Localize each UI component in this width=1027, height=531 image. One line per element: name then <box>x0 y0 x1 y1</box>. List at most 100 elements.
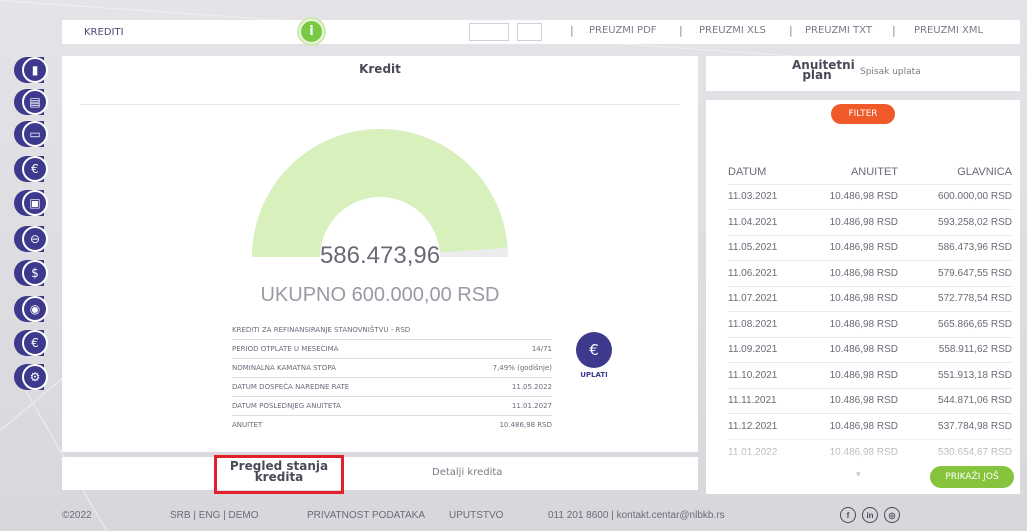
detail-label: NOMINALNA KAMATNA STOPA <box>232 364 336 372</box>
top-bar: KREDITI i | PREUZMI PDF | PREUZMI XLS | … <box>62 19 1020 44</box>
copyright: ©2022 <box>62 510 92 521</box>
tab-annuity-plan[interactable]: Anuitetni plan <box>792 59 855 81</box>
download-xls-link[interactable]: PREUZMI XLS <box>699 25 766 36</box>
table-cell: 544.871,06 RSD <box>898 387 1012 414</box>
table-cell: 10.486,98 RSD <box>798 234 898 261</box>
table-body: 11.03.2021 10.486,98 RSD 600.000,00 RSD 11.… <box>728 183 1012 465</box>
column-header: DATUM <box>728 165 767 178</box>
rail-button-euro[interactable]: € <box>14 330 48 356</box>
table-cell: 11.04.2021 <box>728 209 798 235</box>
table-cell: 11.08.2021 <box>728 311 798 337</box>
linkedin-icon[interactable]: in <box>862 507 878 523</box>
table-row: 11.05.2021 10.486,98 RSD 586.473,96 RSD <box>728 234 1012 261</box>
tab-payments-list[interactable]: Spisak uplata <box>860 67 921 77</box>
facebook-icon[interactable]: f <box>840 507 856 523</box>
table-row: 11.06.2021 10.486,98 RSD 579.647,55 RSD <box>728 260 1012 286</box>
rail-button-dollar[interactable]: $ <box>14 260 48 286</box>
hand-coin-icon: € <box>22 156 48 182</box>
separator: | <box>570 24 574 37</box>
dollar-icon: $ <box>22 260 48 286</box>
toolbar-box-1[interactable] <box>469 23 509 41</box>
info-icon[interactable]: i <box>299 19 324 44</box>
detail-value: 10.486,98 RSD <box>499 421 552 429</box>
table-row: 11.07.2021 10.486,98 RSD 572.778,54 RSD <box>728 285 1012 312</box>
tab-loan-overview[interactable]: Pregled stanja kredita <box>214 455 344 494</box>
table-cell: 11.06.2021 <box>728 260 798 286</box>
rail-button-loans[interactable]: € <box>14 156 48 182</box>
rail-button-wallet[interactable]: ▣ <box>14 190 48 216</box>
separator: | <box>789 24 793 37</box>
table-cell: 11.11.2021 <box>728 387 798 414</box>
table-cell: 10.486,98 RSD <box>798 336 898 363</box>
detail-label: DATUM DOSPEĆA NAREDNE RATE <box>232 383 350 391</box>
pay-button[interactable]: € <box>576 332 612 368</box>
toolbar-box-2[interactable] <box>517 23 542 41</box>
detail-row: DATUM DOSPEĆA NAREDNE RATE 11.05.2022 <box>232 378 552 397</box>
table-cell: 586.473,96 RSD <box>898 234 1012 261</box>
tab-loan-details[interactable]: Detalji kredita <box>432 467 502 478</box>
rail-button-documents[interactable]: ▤ <box>14 89 48 115</box>
balance-gauge <box>252 129 508 257</box>
table-cell: 10.486,98 RSD <box>798 387 898 414</box>
column-header: GLAVNICA <box>957 165 1012 178</box>
rail-button-location[interactable]: ◉ <box>14 296 48 322</box>
table-cell: 551.913,18 RSD <box>898 362 1012 388</box>
filter-button[interactable]: FILTER <box>831 104 895 124</box>
loan-product-name: KREDITI ZA REFINANSIRANJE STANOVNIŠTVU -… <box>232 326 411 334</box>
table-cell: 10.486,98 RSD <box>798 209 898 235</box>
detail-row: DATUM POSLEDNJEG ANUITETA 11.01.2027 <box>232 397 552 416</box>
column-header: ANUITET <box>850 165 898 178</box>
table-cell: 11.05.2021 <box>728 234 798 261</box>
rail-button-cards[interactable]: ▭ <box>14 121 48 147</box>
language-switcher[interactable]: SRB | ENG | DEMO <box>170 510 259 521</box>
loan-heading: Kredit <box>359 62 401 76</box>
detail-label: ANUITET <box>232 421 263 429</box>
table-cell: 11.03.2021 <box>728 183 798 210</box>
table-row: 11.04.2021 10.486,98 RSD 593.258,02 RSD <box>728 209 1012 235</box>
privacy-link[interactable]: PRIVATNOST PODATAKA <box>307 510 425 521</box>
table-row: 11.10.2021 10.486,98 RSD 551.913,18 RSD <box>728 362 1012 388</box>
table-row: 11.08.2021 10.486,98 RSD 565.866,65 RSD <box>728 311 1012 337</box>
footer: ©2022 SRB | ENG | DEMO PRIVATNOST PODATA… <box>62 502 1020 529</box>
table-cell: 10.486,98 RSD <box>798 260 898 286</box>
chevron-down-icon: ▾ <box>856 470 861 480</box>
rail-button-charts[interactable]: ▮ <box>14 57 48 83</box>
loan-panel: Kredit 586.473,96 UKUPNO 600.000,00 RSD … <box>62 56 698 452</box>
detail-label: DATUM POSLEDNJEG ANUITETA <box>232 402 341 410</box>
gear-icon: ⚙ <box>22 364 48 390</box>
help-link[interactable]: UPUTSTVO <box>449 510 503 521</box>
download-txt-link[interactable]: PREUZMI TXT <box>805 25 872 36</box>
table-cell: 10.486,98 RSD <box>798 285 898 312</box>
euro-icon: € <box>22 330 48 356</box>
rail-button-minus-card[interactable]: ⊖ <box>14 226 48 252</box>
document-icon: ▤ <box>22 89 48 115</box>
annuity-table: DATUM ANUITET GLAVNICA 11.03.2021 10.486,… <box>728 160 1012 465</box>
download-pdf-link[interactable]: PREUZMI PDF <box>589 25 657 36</box>
separator: | <box>679 24 683 37</box>
rail-button-settings[interactable]: ⚙ <box>14 364 48 390</box>
bar-chart-icon: ▮ <box>22 57 48 83</box>
table-cell: 600.000,00 RSD <box>898 183 1012 210</box>
detail-row: ANUITET 10.486,98 RSD <box>232 416 552 435</box>
remaining-amount: 586.473,96 <box>319 242 441 269</box>
table-header: DATUM ANUITET GLAVNICA <box>728 160 1012 184</box>
table-cell: 11.09.2021 <box>728 336 798 363</box>
table-cell: 579.647,55 RSD <box>898 260 1012 286</box>
wallet-icon: ▣ <box>22 190 48 216</box>
show-more-button[interactable]: PRIKAŽI JOŠ <box>930 466 1014 488</box>
detail-row: NOMINALNA KAMATNA STOPA 7,49% (godišnje) <box>232 359 552 378</box>
detail-value: 14/71 <box>531 345 552 353</box>
table-row: 11.03.2021 10.486,98 RSD 600.000,00 RSD <box>728 183 1012 210</box>
table-cell: 11.07.2021 <box>728 285 798 312</box>
table-cell: 558.911,62 RSD <box>898 336 1012 363</box>
instagram-icon[interactable]: ◎ <box>884 507 900 523</box>
detail-value: 11.05.2022 <box>511 383 552 391</box>
download-xml-link[interactable]: PREUZMI XML <box>914 25 983 36</box>
pay-button-label[interactable]: UPLATI <box>566 371 622 379</box>
table-cell: 10.486,98 RSD <box>798 362 898 388</box>
contact-info[interactable]: 011 201 8600 | kontakt.centar@nlbkb.rs <box>548 510 725 521</box>
minus-card-icon: ⊖ <box>22 226 48 252</box>
table-cell: 11.10.2021 <box>728 362 798 388</box>
separator: | <box>892 24 896 37</box>
total-amount: UKUPNO 600.000,00 RSD <box>260 284 500 306</box>
